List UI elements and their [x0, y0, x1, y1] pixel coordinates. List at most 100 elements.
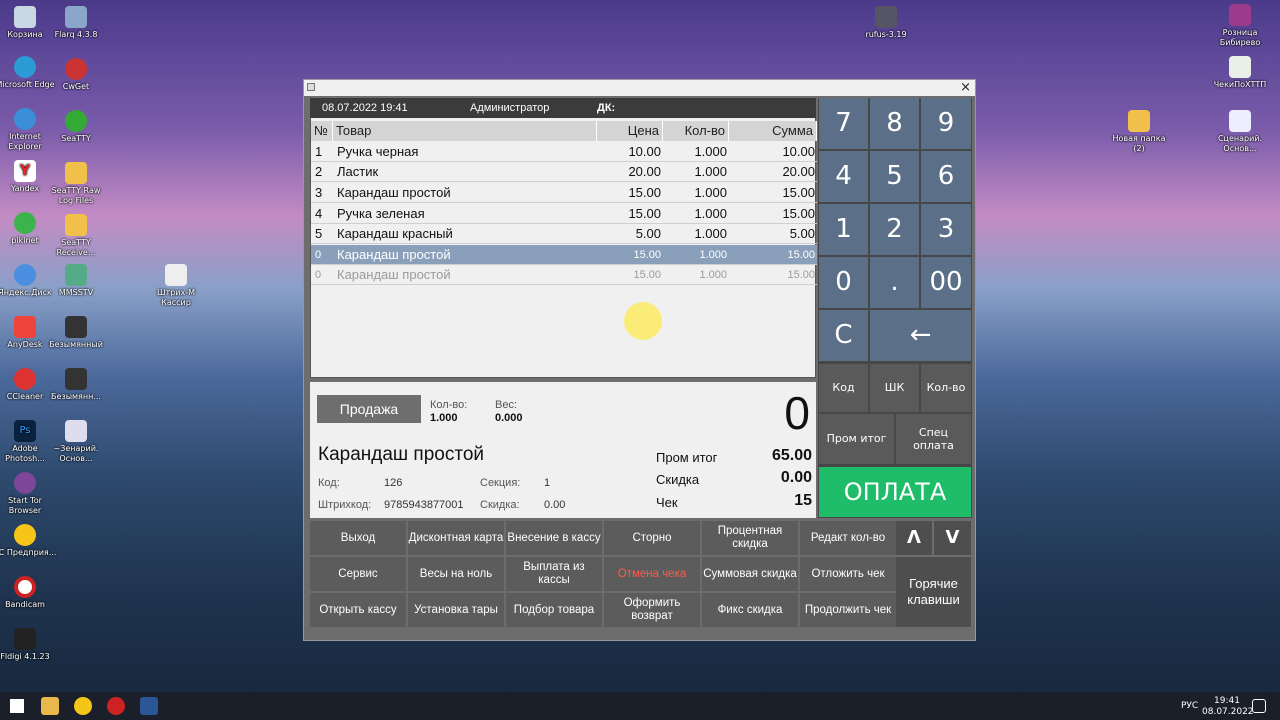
scale-zero-button[interactable]: Весы на ноль	[408, 557, 504, 591]
col-header-sum: Сумма	[729, 121, 817, 141]
mmsstv-icon[interactable]: MMSSTV	[44, 264, 108, 298]
scroll-down-button[interactable]: V	[934, 521, 971, 555]
shortcut-icon[interactable]: Безымянн...	[44, 368, 108, 402]
percent-discount-button[interactable]: Процентная скидка	[702, 521, 798, 555]
weight-label: Вес:	[495, 399, 518, 411]
table-row[interactable]: 2 Ластик 20.00 1.000 20.00	[311, 162, 817, 182]
rufus-icon[interactable]: rufus-3.19	[854, 6, 918, 40]
table-header: № Товар Цена Кол-во Сумма	[311, 121, 817, 141]
close-button[interactable]: ×	[960, 80, 971, 95]
fixed-discount-button[interactable]: Фикс скидка	[702, 593, 798, 627]
key-8[interactable]: 8	[870, 98, 919, 149]
key-1[interactable]: 1	[819, 204, 868, 255]
table-row-cancelled[interactable]: 0 Карандаш простой 15.00 1.000 15.00	[311, 265, 817, 285]
table-row[interactable]: 4 Ручка зеленая 15.00 1.000 15.00	[311, 204, 817, 224]
code-label: Код:	[318, 477, 340, 489]
check-number-label: Чек	[656, 495, 678, 510]
seatty-icon[interactable]: SeaTTY	[44, 110, 108, 144]
key-0[interactable]: 0	[819, 257, 868, 308]
section-value: 1	[544, 477, 551, 489]
windows-start-icon[interactable]	[10, 699, 24, 713]
datetime: 08.07.2022 19:41	[322, 102, 408, 114]
select-product-button[interactable]: Подбор товара	[506, 593, 602, 627]
open-register-button[interactable]: Открыть кассу	[310, 593, 406, 627]
cash-in-button[interactable]: Внесение в кассу	[506, 521, 602, 555]
edit-qty-button[interactable]: Редакт кол-во	[800, 521, 896, 555]
flarq-icon[interactable]: Flarq 4.3.8	[44, 6, 108, 40]
key-9[interactable]: 9	[921, 98, 971, 149]
clock-date[interactable]: 08.07.2022	[1202, 707, 1254, 717]
postpone-check-button[interactable]: Отложить чек	[800, 557, 896, 591]
key-double-zero[interactable]: 00	[921, 257, 971, 308]
key-2[interactable]: 2	[870, 204, 919, 255]
taskbar: РУС 19:41 08.07.2022	[0, 692, 1280, 720]
code-value: 126	[384, 477, 403, 489]
sale-mode-button[interactable]: Продажа	[317, 395, 421, 423]
cancel-check-button[interactable]: Отмена чека	[604, 557, 700, 591]
word-icon[interactable]	[140, 697, 158, 715]
key-5[interactable]: 5	[870, 151, 919, 202]
set-tare-button[interactable]: Установка тары	[408, 593, 504, 627]
folder-icon[interactable]: Новая папка (2)	[1107, 110, 1171, 154]
resume-check-button[interactable]: Продолжить чек	[800, 593, 896, 627]
clear-key[interactable]: C	[819, 310, 868, 361]
language-indicator[interactable]: РУС	[1181, 701, 1198, 711]
app-icon	[307, 83, 315, 91]
return-button[interactable]: Оформить возврат	[604, 593, 700, 627]
table-row[interactable]: 3 Карандаш простой 15.00 1.000 15.00	[311, 183, 817, 203]
bandicam-taskbar-icon[interactable]	[107, 697, 125, 715]
exit-button[interactable]: Выход	[310, 521, 406, 555]
table-row[interactable]: 5 Карандаш красный 5.00 1.000 5.00	[311, 224, 817, 244]
1c-taskbar-icon[interactable]	[74, 697, 92, 715]
subtotal-label: Пром итог	[656, 450, 718, 465]
pay-button[interactable]: ОПЛАТА	[819, 467, 971, 517]
tor-browser-icon[interactable]: Start Tor Browser	[0, 472, 57, 516]
folder-icon[interactable]: SeaTTY Raw Log Files	[44, 162, 108, 206]
service-button[interactable]: Сервис	[310, 557, 406, 591]
col-header-qty: Кол-во	[663, 121, 729, 141]
shortcut-icon[interactable]: Безымянный	[44, 316, 108, 350]
scroll-up-button[interactable]: Λ	[896, 521, 932, 555]
total-discount-label: Скидка	[656, 472, 700, 487]
key-7[interactable]: 7	[819, 98, 868, 149]
key-3[interactable]: 3	[921, 204, 971, 255]
storno-button[interactable]: Сторно	[604, 521, 700, 555]
shtrih-m-icon[interactable]: Штрих-М Кассир	[144, 264, 208, 308]
document-icon[interactable]: Сценарий. Основ...	[1208, 110, 1272, 154]
1c-icon[interactable]: 1С Предприя...	[0, 524, 57, 558]
discount-card-button[interactable]: Дисконтная карта	[408, 521, 504, 555]
cash-out-button[interactable]: Выплата из кассы	[506, 557, 602, 591]
table-row[interactable]: 1 Ручка черная 10.00 1.000 10.00	[311, 142, 817, 162]
item-discount-label: Скидка:	[480, 499, 520, 511]
code-key[interactable]: Код	[819, 364, 868, 412]
key-dot[interactable]: .	[870, 257, 919, 308]
special-payment-key[interactable]: Спец оплата	[896, 414, 971, 464]
qty-key[interactable]: Кол-во	[921, 364, 971, 412]
sum-discount-button[interactable]: Суммовая скидка	[702, 557, 798, 591]
subtotal-key[interactable]: Пром итог	[819, 414, 894, 464]
key-6[interactable]: 6	[921, 151, 971, 202]
bandicam-icon[interactable]: Bandicam	[0, 576, 57, 610]
total-discount-value: 0.00	[780, 469, 812, 486]
cursor-highlight	[624, 302, 662, 340]
check-number-value: 15	[794, 492, 812, 509]
clock-time[interactable]: 19:41	[1214, 696, 1240, 706]
fldigi-icon[interactable]: Fldigi 4.1.23	[0, 628, 57, 662]
file-explorer-icon[interactable]	[41, 697, 59, 715]
folder-icon[interactable]: SeaTTY Receive...	[44, 214, 108, 258]
backspace-key[interactable]: ←	[870, 310, 971, 361]
document-icon[interactable]: ~Зенарий. Основ...	[44, 420, 108, 464]
user-name: Администратор	[470, 102, 550, 114]
barcode-key[interactable]: ШК	[870, 364, 919, 412]
app-icon[interactable]: ЧекиПоХТТП	[1208, 56, 1272, 90]
col-header-n: №	[311, 121, 333, 141]
discount-card-label: ДК:	[597, 102, 616, 114]
barcode-label: Штрихкод:	[318, 499, 372, 511]
key-4[interactable]: 4	[819, 151, 868, 202]
cwget-icon[interactable]: CwGet	[44, 58, 108, 92]
input-display: 0	[784, 387, 810, 439]
hotkeys-button[interactable]: Горячие клавиши	[896, 557, 971, 627]
table-row-cancelled-selected[interactable]: 0 Карандаш простой 15.00 1.000 15.00	[311, 245, 817, 265]
winrar-icon[interactable]: Розница Бибирево	[1208, 4, 1272, 48]
notifications-icon[interactable]	[1252, 699, 1266, 713]
